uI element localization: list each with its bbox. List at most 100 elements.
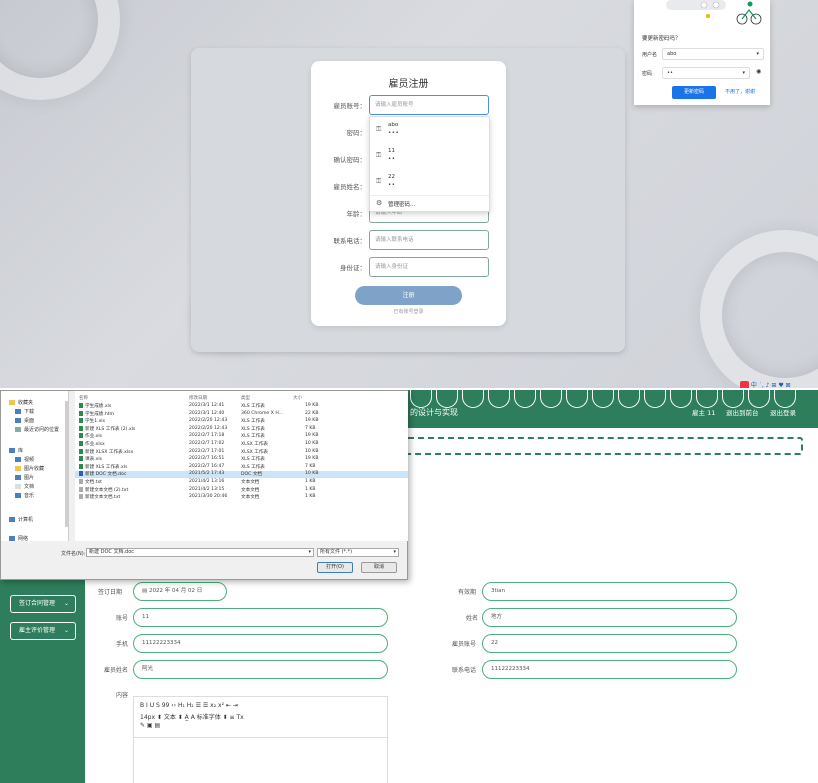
- file-date: 2022/2/7 16:47: [189, 463, 225, 469]
- file-date: 2021/5/2 17:43: [189, 471, 225, 477]
- file-row[interactable]: 新建 XLSX 工作表.xlsx 2022/2/7 17:01 XLSX 工作表 10…: [75, 448, 408, 456]
- tree-item[interactable]: 收藏夹: [9, 399, 33, 406]
- key-icon: ⚿: [376, 151, 382, 159]
- autocomplete-user: abo: [388, 122, 399, 128]
- form-row: 签订日期 ▤ 2022 年 04 月 02 日 有效期 3tian: [0, 582, 818, 601]
- autocomplete-item[interactable]: ⚿ 22 ••: [370, 169, 489, 194]
- file-size: 19 KB: [305, 418, 319, 424]
- phone-input[interactable]: 请输入联系电话: [369, 230, 489, 250]
- file-size: 22 KB: [305, 410, 319, 416]
- rich-text-editor[interactable]: B I U S 99 ‹› H₁ H₂ ☰ ☰ x₂ x² ⇤ ⇥ 14px ⬍…: [133, 696, 388, 783]
- video-icon: [15, 457, 21, 462]
- document-icon: [15, 484, 21, 489]
- library-icon: [9, 448, 15, 453]
- login-link[interactable]: 已有账号登录: [311, 308, 506, 315]
- validity-input[interactable]: 3tian: [482, 582, 737, 601]
- eye-icon[interactable]: ◉: [756, 68, 761, 75]
- file-name: 文档.txt: [79, 479, 102, 485]
- tree-item[interactable]: 视频: [15, 456, 34, 463]
- file-row[interactable]: 作业.xls 2022/2/7 17:18 XLS 工作表 19 KB: [75, 433, 408, 440]
- id-card-input[interactable]: 请输入身份证: [369, 257, 489, 277]
- tree-item[interactable]: 计算机: [9, 516, 33, 523]
- account-input[interactable]: 11: [133, 608, 388, 627]
- ime-toolbar[interactable]: 中 ˙, ♪ ⊞ ♥ ⊠: [740, 380, 791, 388]
- tree-item[interactable]: 桌面: [15, 417, 34, 424]
- file-row[interactable]: 课表.xls 2022/2/7 16:51 XLS 工作表 19 KB: [75, 456, 408, 463]
- tree-item[interactable]: 网络: [9, 535, 28, 542]
- xls-file-icon: [79, 418, 83, 424]
- column-header-type[interactable]: 类型: [241, 395, 250, 401]
- file-date: 2022/2/20 12:43: [189, 425, 228, 431]
- editor-toolbar-row[interactable]: ✎ ▣ ▤: [140, 722, 160, 729]
- xls-file-icon: [79, 456, 83, 462]
- file-date: 2022/2/7 16:51: [189, 456, 225, 462]
- file-row[interactable]: 新建 DOC 文档.doc 2021/5/2 17:43 DOC 文档 10 KB: [75, 471, 408, 479]
- employee-account-input[interactable]: 22: [482, 634, 737, 653]
- sign-date-input[interactable]: ▤ 2022 年 04 月 02 日: [133, 582, 227, 601]
- open-button[interactable]: 打开(O): [317, 562, 353, 573]
- tree-item[interactable]: 音乐: [15, 492, 34, 499]
- tree-scrollbar[interactable]: [65, 401, 68, 527]
- txt-file-icon: [79, 494, 83, 500]
- name-label: 姓名: [466, 615, 479, 622]
- breadcrumb-bar: [405, 437, 803, 455]
- file-size: 19 KB: [305, 456, 319, 462]
- file-name: 作业.xls: [79, 433, 102, 439]
- file-date: 2021/4/2 13:16: [189, 479, 225, 484]
- filetype-select[interactable]: 所有文件 (*.*) ▾: [317, 548, 399, 557]
- file-row[interactable]: 新建文本文档.txt 2021/3/30 20:46 文本文档 1 KB: [75, 494, 408, 501]
- account-input[interactable]: 请输入雇员账号: [369, 95, 489, 115]
- tree-item[interactable]: 文档: [15, 483, 34, 490]
- file-row[interactable]: 学生成绩.xls 2022/3/1 12:41 XLS 工作表 19 KB: [75, 403, 408, 410]
- file-row[interactable]: 学生1.xls 2022/2/20 12:43 XLS 工作表 19 KB: [75, 418, 408, 425]
- id-card-label: 身份证：: [340, 264, 366, 272]
- exit-to-front-link[interactable]: 退出到前台: [726, 407, 759, 417]
- logout-link[interactable]: 退出登录: [770, 407, 796, 417]
- file-name: 课表.xls: [79, 456, 102, 462]
- update-password-button[interactable]: 更新密码: [672, 86, 716, 99]
- tree-item[interactable]: 库: [9, 447, 23, 454]
- tree-item[interactable]: 下载: [15, 408, 34, 415]
- decline-button[interactable]: 不用了，谢谢: [725, 88, 755, 95]
- editor-toolbar-row[interactable]: B I U S 99 ‹› H₁ H₂ ☰ ☰ x₂ x² ⇤ ⇥: [140, 702, 238, 709]
- file-name: 新建文本文档 (2).txt: [79, 486, 128, 493]
- file-row[interactable]: 新建文本文档 (2).txt 2021/4/2 13:15 文本文档 1 KB: [75, 486, 408, 494]
- popup-username-field[interactable]: abo ▾: [662, 48, 764, 60]
- autocomplete-item[interactable]: ⚿ abo •••: [370, 117, 489, 142]
- editor-toolbar-row[interactable]: 14px ⬍ 文本 ⬍ A̲ A 标准字体 ⬍ ≡ Tx: [140, 712, 244, 721]
- register-button[interactable]: 注册: [355, 286, 462, 305]
- file-type: XLSX 工作表: [241, 442, 269, 447]
- file-row[interactable]: 新建 XLS 工作表 (2).xls 2022/2/20 12:43 XLS 工作表…: [75, 425, 408, 433]
- txt-file-icon: [79, 479, 83, 484]
- employee-name-input[interactable]: 阿光: [133, 660, 388, 679]
- file-name: 新建文本文档.txt: [79, 494, 120, 500]
- file-type: XLS 工作表: [241, 419, 265, 425]
- manage-passwords-item[interactable]: ⚙ 管理密码...: [370, 195, 489, 211]
- computer-icon: [9, 517, 15, 522]
- phone-input[interactable]: 11122223334: [133, 634, 388, 653]
- form-row: 雇员姓名 阿光 联系电话 11122223334: [0, 660, 818, 679]
- contact-phone-input[interactable]: 11122223334: [482, 660, 737, 679]
- column-header-name[interactable]: 名称: [79, 395, 88, 401]
- filename-input[interactable]: 新建 DOC 文档.doc ▾: [86, 548, 314, 557]
- header-decoration: [592, 390, 614, 408]
- column-header-date[interactable]: 修改日期: [189, 395, 207, 401]
- cancel-button[interactable]: 取消: [361, 562, 397, 573]
- phone-row: 联系电话： 请输入联系电话: [311, 230, 506, 250]
- autocomplete-item[interactable]: ⚿ 11 ••: [370, 143, 489, 168]
- file-row[interactable]: 学生成绩.htm 2022/3/1 12:40 360 Chrome X H... 2…: [75, 410, 408, 418]
- tree-item[interactable]: 图片收藏: [15, 465, 44, 472]
- popup-password-field[interactable]: •• ▾: [662, 67, 750, 79]
- file-row[interactable]: 文档.txt 2021/4/2 13:16 文本文档 1 KB: [75, 479, 408, 486]
- file-row[interactable]: 作业.xlsx 2022/2/7 17:02 XLSX 工作表 10 KB: [75, 441, 408, 448]
- sign-date-label: 签订日期: [98, 589, 123, 596]
- picture-folder-icon: [15, 466, 21, 471]
- file-row[interactable]: 新建 XLS 工作表.xls 2022/2/7 16:47 XLS 工作表 7 KB: [75, 463, 408, 471]
- ime-icons: 中 ˙, ♪ ⊞ ♥ ⊠: [750, 382, 791, 388]
- name-input[interactable]: 地方: [482, 608, 737, 627]
- age-label: 年龄：: [346, 210, 367, 218]
- column-header-size[interactable]: 大小: [293, 395, 302, 401]
- account-row: 雇员账号： 请输入雇员账号: [311, 95, 506, 115]
- tree-item[interactable]: 图片: [15, 474, 34, 481]
- tree-item[interactable]: 最近访问的位置: [15, 426, 59, 433]
